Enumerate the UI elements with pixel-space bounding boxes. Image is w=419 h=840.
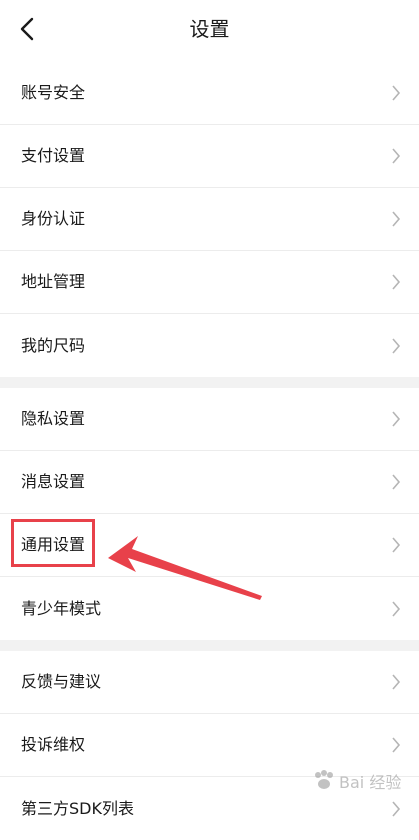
settings-item-notifications[interactable]: 消息设置 [0,451,419,514]
settings-item-label: 投诉维权 [21,735,86,754]
settings-item-label: 账号安全 [21,83,86,102]
settings-item-teen-mode[interactable]: 青少年模式 [0,577,419,640]
settings-item-label: 反馈与建议 [21,672,102,691]
section-divider [0,377,419,388]
settings-item-label: 隐私设置 [21,409,86,428]
settings-item-label: 青少年模式 [21,598,102,618]
chevron-right-icon [392,211,401,227]
settings-item-payment[interactable]: 支付设置 [0,125,419,188]
settings-item-privacy[interactable]: 隐私设置 [0,388,419,451]
header: 设置 [0,0,419,60]
chevron-right-icon [392,411,401,427]
settings-item-general[interactable]: 通用设置 [0,514,419,577]
page-title: 设置 [189,17,230,41]
settings-item-identity[interactable]: 身份认证 [0,188,419,251]
settings-list: 账号安全 支付设置 身份认证 地址管理 我的尺码 隐私设置 消息设置 通用设置 … [0,62,419,840]
settings-item-complaints[interactable]: 投诉维权 [0,714,419,777]
settings-item-feedback[interactable]: 反馈与建议 [0,651,419,714]
settings-item-label: 第三方SDK列表 [21,798,134,818]
chevron-right-icon [392,85,401,101]
settings-item-address[interactable]: 地址管理 [0,251,419,314]
settings-item-label: 支付设置 [21,146,86,165]
section-divider [0,640,419,651]
chevron-right-icon [392,737,401,753]
settings-item-label: 我的尺码 [21,335,86,355]
settings-item-account-security[interactable]: 账号安全 [0,62,419,125]
settings-item-label: 消息设置 [21,472,86,491]
settings-item-size[interactable]: 我的尺码 [0,314,419,377]
chevron-right-icon [392,600,401,617]
settings-item-label: 通用设置 [21,535,86,554]
chevron-right-icon [392,148,401,164]
chevron-right-icon [392,337,401,354]
chevron-right-icon [392,674,401,690]
chevron-right-icon [392,537,401,553]
chevron-right-icon [392,474,401,490]
chevron-right-icon [392,800,401,817]
settings-item-label: 地址管理 [21,272,86,291]
settings-item-third-party-sdk[interactable]: 第三方SDK列表 [0,777,419,840]
chevron-right-icon [392,274,401,290]
settings-item-label: 身份认证 [21,209,86,228]
